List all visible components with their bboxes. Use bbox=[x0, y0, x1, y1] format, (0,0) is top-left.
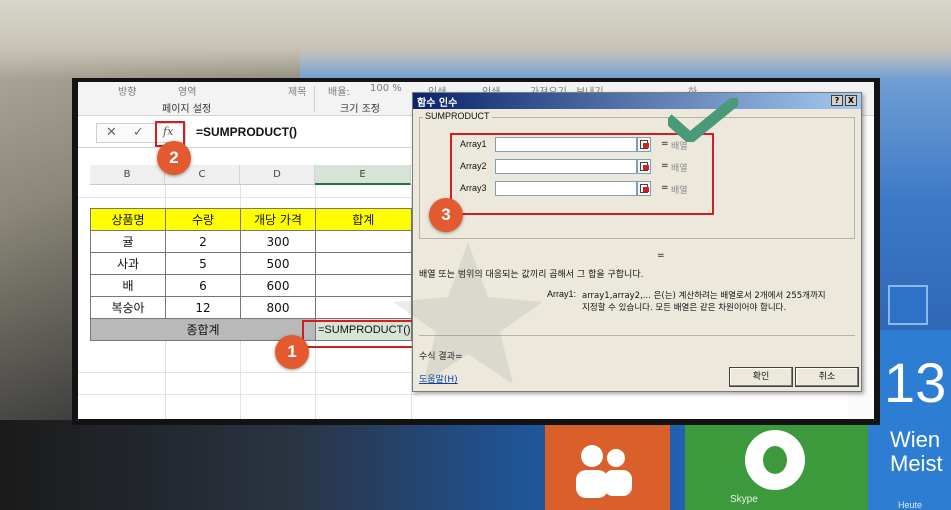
table-cell[interactable]: 12 bbox=[165, 296, 241, 319]
screenshot-frame: 방향 영역 제목 배율: 100 % 인쇄 인쇄 가져오기 보내기 하 페이지 … bbox=[72, 78, 880, 425]
bg-top-photo bbox=[0, 0, 951, 80]
table-cell[interactable]: 6 bbox=[165, 274, 241, 297]
grid-line bbox=[78, 394, 418, 395]
table-cell[interactable]: 5 bbox=[165, 252, 241, 275]
ribbon-item[interactable]: 방향 bbox=[118, 83, 136, 98]
dialog-title-bar[interactable]: 함수 인수 ? X bbox=[413, 93, 861, 109]
argument-name: Array1: bbox=[547, 289, 577, 299]
checkmark-icon bbox=[668, 98, 738, 142]
header-cell[interactable]: 개당 가격 bbox=[240, 208, 316, 231]
column-header-b[interactable]: B bbox=[90, 165, 165, 185]
ribbon-group-label: 페이지 설정 bbox=[162, 104, 212, 115]
grid-line bbox=[78, 197, 418, 198]
argument-help-line2: 지정할 수 있습니다. 모든 배열은 같은 차원이어야 합니다. bbox=[582, 303, 787, 313]
table-cell[interactable]: 300 bbox=[240, 230, 316, 253]
step-2-marker: 2 bbox=[157, 141, 191, 175]
function-result-equals: = bbox=[657, 251, 665, 261]
ribbon-item[interactable]: 영역 bbox=[178, 83, 196, 98]
cancel-button[interactable]: 취소 bbox=[795, 367, 859, 387]
dialog-title: 함수 인수 bbox=[417, 98, 458, 109]
excel-window: 방향 영역 제목 배율: 100 % 인쇄 인쇄 가져오기 보내기 하 페이지 … bbox=[78, 82, 874, 419]
step-3-marker: 3 bbox=[429, 198, 463, 232]
table-cell[interactable]: 복숭아 bbox=[90, 296, 166, 319]
step-1-marker: 1 bbox=[275, 335, 309, 369]
table-row: 귤 2 300 bbox=[90, 230, 412, 253]
table-row: 복숭아 12 800 bbox=[90, 296, 412, 319]
clock-tile-number: 13 bbox=[884, 351, 947, 414]
cancel-icon[interactable]: ✕ bbox=[106, 125, 117, 140]
column-header-e[interactable]: E bbox=[315, 165, 411, 185]
formula-input[interactable]: =SUMPRODUCT() bbox=[196, 125, 297, 139]
ribbon-item[interactable]: 제목 bbox=[288, 83, 306, 98]
grid-line bbox=[78, 372, 418, 373]
enter-icon[interactable]: ✓ bbox=[133, 125, 144, 140]
table-header-row: 상품명 수량 개당 가격 합계 bbox=[90, 208, 412, 231]
table-cell[interactable]: 600 bbox=[240, 274, 316, 297]
clock-tile-line2: Meist bbox=[890, 451, 943, 476]
ribbon-group-label: 크기 조정 bbox=[340, 104, 380, 115]
ribbon-separator bbox=[314, 86, 315, 112]
header-cell[interactable]: 수량 bbox=[165, 208, 241, 231]
table-row: 배 6 600 bbox=[90, 274, 412, 297]
help-icon[interactable]: ? bbox=[831, 95, 843, 106]
ok-button[interactable]: 확인 bbox=[729, 367, 793, 387]
skype-icon-inner bbox=[763, 446, 787, 474]
people-icon bbox=[576, 445, 632, 498]
argument-help-line1: array1,array2,... 은(는) 계산하려는 배열로서 2개에서 2… bbox=[582, 291, 826, 301]
table-cell[interactable]: 귤 bbox=[90, 230, 166, 253]
header-cell[interactable]: 합계 bbox=[315, 208, 412, 231]
header-cell[interactable]: 상품명 bbox=[90, 208, 166, 231]
ribbon-item[interactable]: 100 % bbox=[370, 83, 402, 94]
table-cell[interactable]: 500 bbox=[240, 252, 316, 275]
column-header-d[interactable]: D bbox=[240, 165, 315, 185]
table-cell[interactable]: 2 bbox=[165, 230, 241, 253]
small-tile bbox=[888, 285, 928, 325]
table-cell[interactable]: 사과 bbox=[90, 252, 166, 275]
close-icon[interactable]: X bbox=[845, 95, 857, 106]
table-row: 사과 5 500 bbox=[90, 252, 412, 275]
ribbon-item[interactable]: 배율: bbox=[328, 83, 350, 98]
function-name-label: SUMPRODUCT bbox=[423, 111, 492, 121]
clock-tile-text: Wien Meist bbox=[890, 428, 943, 476]
watermark-logo bbox=[393, 242, 543, 384]
arguments-highlight-box bbox=[450, 133, 714, 215]
skype-tile-label: Skype bbox=[730, 494, 758, 505]
table-cell[interactable]: 800 bbox=[240, 296, 316, 319]
clock-tile-line1: Wien bbox=[890, 427, 941, 452]
table-cell[interactable]: 배 bbox=[90, 274, 166, 297]
clock-tile-line3: Heute bbox=[898, 500, 923, 510]
